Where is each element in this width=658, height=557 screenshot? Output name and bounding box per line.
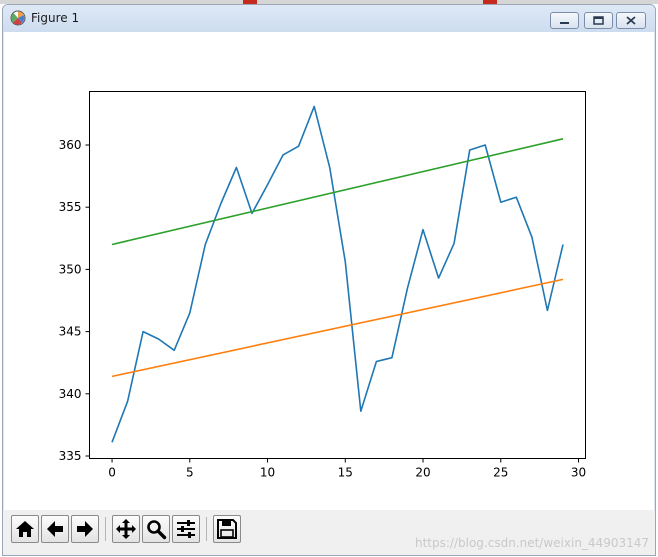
series-line-1 xyxy=(111,105,564,443)
x-tick-label: 30 xyxy=(571,466,586,480)
y-tick-label: 355 xyxy=(59,200,82,214)
close-button[interactable] xyxy=(616,12,646,29)
series-line-2 xyxy=(111,278,564,378)
series-layer xyxy=(111,105,564,443)
toolbar-separator xyxy=(105,517,106,541)
title-bar[interactable]: Figure 1 xyxy=(3,5,655,32)
line-chart: 0 5 10 15 20 25 30 335 340 345 350 355 360 xyxy=(59,91,586,480)
move-icon xyxy=(116,519,136,539)
configure-subplots-button[interactable] xyxy=(172,515,200,543)
y-tick-label: 340 xyxy=(59,387,82,401)
zoom-button[interactable] xyxy=(142,515,170,543)
x-tick-label: 15 xyxy=(338,466,353,480)
pan-button[interactable] xyxy=(112,515,140,543)
restore-icon xyxy=(593,16,604,25)
figure-canvas[interactable]: 0 5 10 15 20 25 30 335 340 345 350 355 360 xyxy=(8,32,648,515)
toolbar-separator xyxy=(206,517,207,541)
navigation-toolbar: https://blog.csdn.net/weixin_44903147 xyxy=(3,510,655,555)
x-tick-label: 25 xyxy=(493,466,508,480)
watermark-text: https://blog.csdn.net/weixin_44903147 xyxy=(414,536,649,550)
x-tick-label: 10 xyxy=(260,466,275,480)
y-tick-label: 350 xyxy=(59,262,82,276)
matplotlib-figure-icon xyxy=(10,10,26,26)
figure-window: Figure 1 0 5 10 15 20 25 30 335 340 345 350 355 360 xyxy=(2,4,656,556)
y-tick-label: 345 xyxy=(59,325,82,339)
back-button[interactable] xyxy=(41,515,69,543)
sliders-icon xyxy=(177,520,195,538)
home-icon xyxy=(16,521,34,537)
home-button[interactable] xyxy=(11,515,39,543)
restore-button[interactable] xyxy=(584,12,613,29)
arrow-right-icon xyxy=(77,521,93,537)
close-icon xyxy=(626,16,636,25)
floppy-disk-icon xyxy=(217,519,237,539)
x-tick-label: 20 xyxy=(415,466,430,480)
forward-button[interactable] xyxy=(71,515,99,543)
window-title: Figure 1 xyxy=(31,11,80,25)
magnifier-icon xyxy=(147,520,167,540)
save-button[interactable] xyxy=(213,515,241,543)
minimize-button[interactable] xyxy=(550,12,579,29)
y-tick-label: 335 xyxy=(59,449,82,463)
x-axis: 0 5 10 15 20 25 30 xyxy=(108,458,586,480)
minimize-icon xyxy=(560,22,569,24)
arrow-left-icon xyxy=(47,521,63,537)
axes-frame xyxy=(89,91,586,459)
series-line-3 xyxy=(111,138,564,246)
y-tick-label: 360 xyxy=(59,138,82,152)
y-axis: 335 340 345 350 355 360 xyxy=(59,138,90,463)
x-tick-label: 0 xyxy=(108,466,116,480)
x-tick-label: 5 xyxy=(186,466,194,480)
